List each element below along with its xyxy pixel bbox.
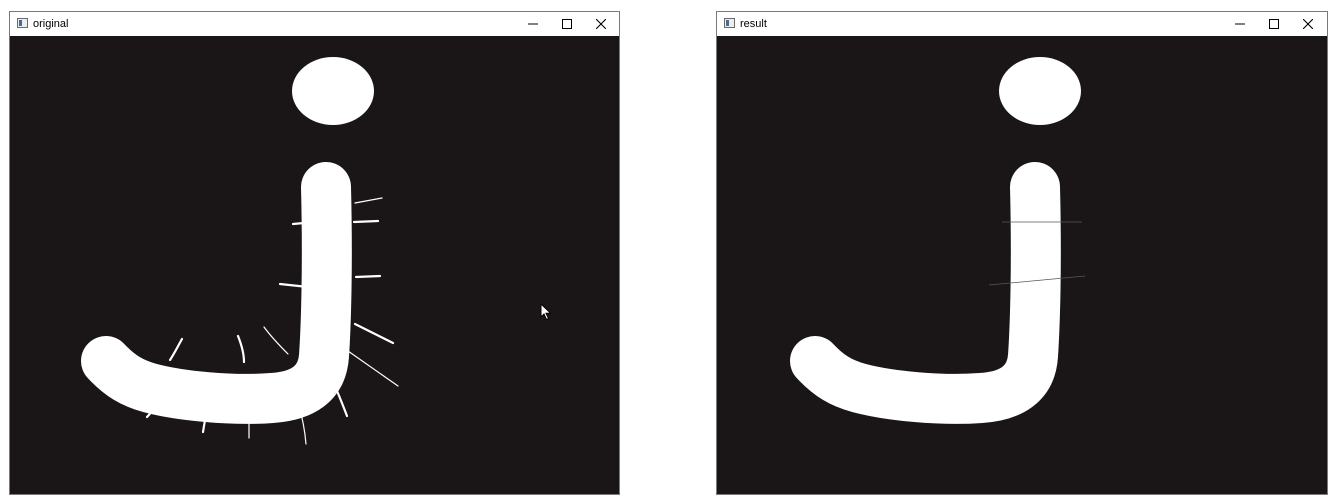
app-window-icon [17, 18, 28, 28]
minimize-button[interactable] [516, 12, 550, 36]
close-icon [1303, 19, 1313, 29]
maximize-icon [1269, 19, 1279, 29]
titlebar[interactable]: result [717, 12, 1327, 36]
window-title: original [33, 18, 69, 30]
close-button[interactable] [1291, 12, 1325, 36]
j-stem-hook [81, 162, 352, 424]
mouse-pointer-icon [540, 303, 552, 321]
close-icon [596, 19, 606, 29]
window-result[interactable]: result [716, 11, 1328, 495]
maximize-icon [562, 19, 572, 29]
letter-j-image-result [790, 57, 1086, 424]
maximize-button[interactable] [550, 12, 584, 36]
titlebar[interactable]: original [10, 12, 619, 36]
image-canvas-result [717, 36, 1327, 494]
letter-j-image-original [81, 57, 399, 445]
maximize-button[interactable] [1257, 12, 1291, 36]
window-original[interactable]: original [9, 11, 620, 495]
minimize-icon [528, 23, 538, 25]
j-dot [292, 57, 374, 125]
close-button[interactable] [584, 12, 618, 36]
app-window-icon [724, 18, 735, 28]
j-stem-hook [790, 162, 1061, 424]
window-title: result [740, 18, 767, 30]
j-dot [999, 57, 1081, 125]
image-canvas-original [10, 36, 619, 494]
minimize-icon [1235, 23, 1245, 25]
minimize-button[interactable] [1223, 12, 1257, 36]
